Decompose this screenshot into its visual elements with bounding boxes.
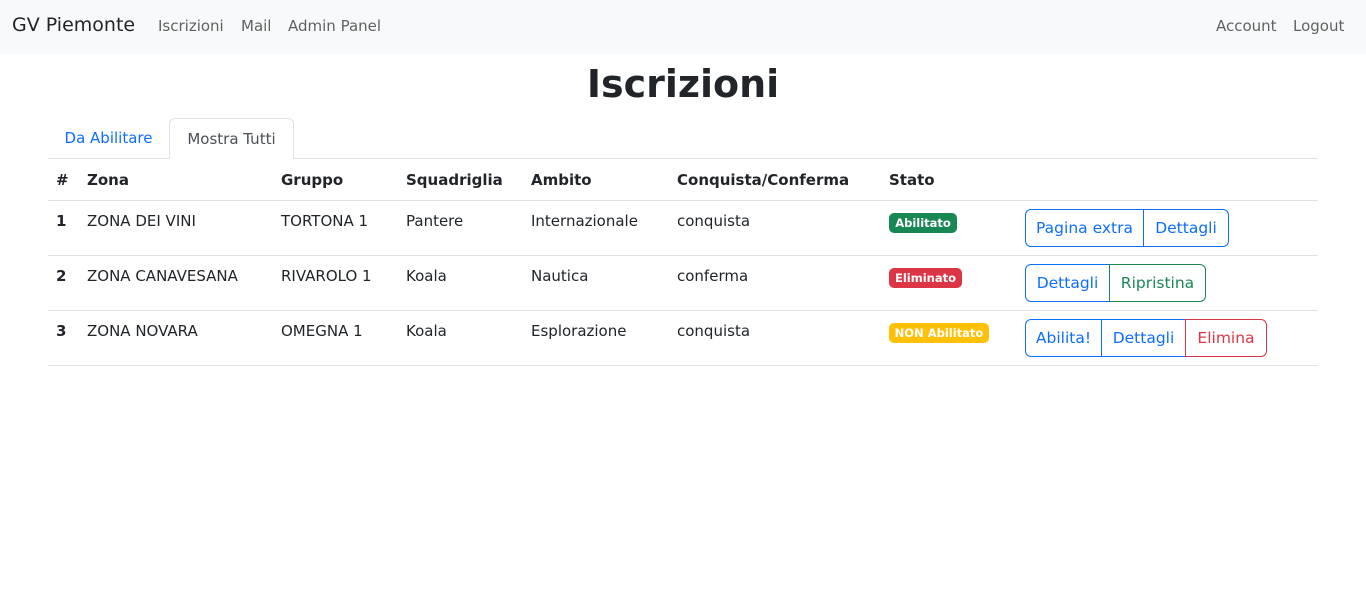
status-badge: Eliminato (889, 268, 962, 288)
nav-link-logout[interactable]: Logout (1293, 17, 1344, 35)
cell-ambito: Nautica (531, 267, 589, 285)
nav-link-mail[interactable]: Mail (241, 17, 271, 35)
header-stato: Stato (889, 171, 935, 189)
dettagli-button[interactable]: Dettagli (1101, 319, 1186, 357)
nav-link-iscrizioni[interactable]: Iscrizioni (158, 17, 224, 35)
cell-ambito: Esplorazione (531, 322, 627, 340)
row-divider (48, 365, 1318, 366)
status-badge: Abilitato (889, 213, 957, 233)
header-number: # (56, 171, 69, 189)
tab-da-abilitare[interactable]: Da Abilitare (48, 118, 169, 159)
cell-squadriglia: Koala (406, 267, 447, 285)
cell-gruppo: RIVAROLO 1 (281, 267, 372, 285)
cell-zona: ZONA NOVARA (87, 322, 198, 340)
header-conquista-conferma: Conquista/Conferma (677, 171, 850, 189)
cell-gruppo: OMEGNA 1 (281, 322, 363, 340)
cell-ambito: Internazionale (531, 212, 638, 230)
cell-zona: ZONA CANAVESANA (87, 267, 238, 285)
cell-conquista-conferma: conquista (677, 322, 751, 340)
status-badge: NON Abilitato (889, 323, 989, 343)
cell-zona: ZONA DEI VINI (87, 212, 196, 230)
nav-link-admin-panel[interactable]: Admin Panel (288, 17, 381, 35)
header-squadriglia: Squadriglia (406, 171, 503, 189)
abilita-button[interactable]: Abilita! (1025, 319, 1102, 357)
row-divider (48, 200, 1318, 201)
dettagli-button[interactable]: Dettagli (1025, 264, 1110, 302)
row-divider (48, 255, 1318, 256)
pagina-extra-button[interactable]: Pagina extra (1025, 209, 1144, 247)
dettagli-button[interactable]: Dettagli (1143, 209, 1229, 247)
row-number: 2 (56, 267, 67, 285)
tab-mostra-tutti[interactable]: Mostra Tutti (169, 118, 294, 159)
cell-conquista-conferma: conquista (677, 212, 751, 230)
cell-conquista-conferma: conferma (677, 267, 749, 285)
cell-squadriglia: Pantere (406, 212, 464, 230)
ripristina-button[interactable]: Ripristina (1109, 264, 1206, 302)
header-zona: Zona (87, 171, 129, 189)
header-gruppo: Gruppo (281, 171, 344, 189)
page-title: Iscrizioni (586, 62, 780, 106)
nav-link-account[interactable]: Account (1216, 17, 1277, 35)
elimina-button[interactable]: Elimina (1185, 319, 1267, 357)
cell-squadriglia: Koala (406, 322, 447, 340)
header-ambito: Ambito (531, 171, 592, 189)
top-navbar: GV Piemonte Iscrizioni Mail Admin Panel … (0, 0, 1366, 54)
cell-gruppo: TORTONA 1 (281, 212, 369, 230)
row-number: 1 (56, 212, 67, 230)
brand-link[interactable]: GV Piemonte (12, 14, 135, 36)
row-divider (48, 310, 1318, 311)
row-number: 3 (56, 322, 67, 340)
